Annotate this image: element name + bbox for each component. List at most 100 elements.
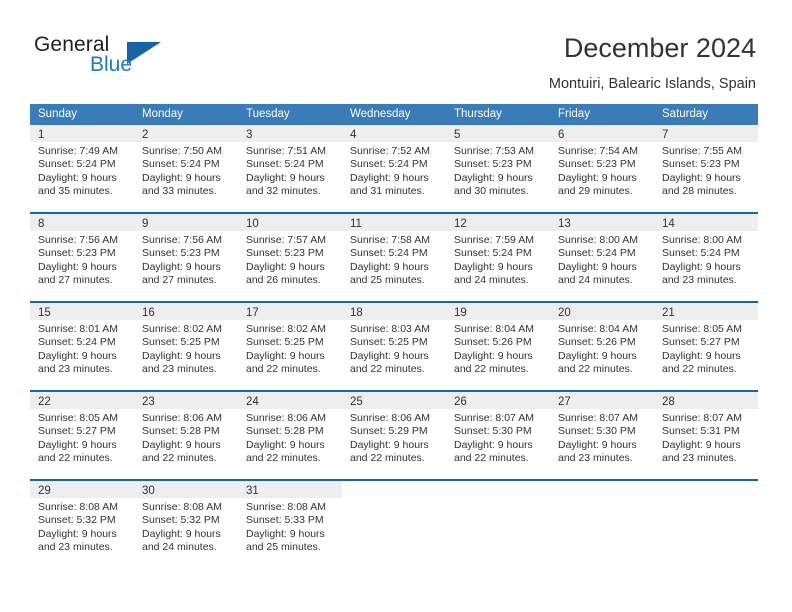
daylight-text-line2: and 22 minutes. [38,452,113,465]
calendar-week-row: 8 Sunrise: 7:56 AM Sunset: 5:23 PM Daylight… [30,212,758,301]
calendar-day-cell[interactable]: 30 Sunrise: 8:08 AM Sunset: 5:32 PM Dayligh… [134,481,238,568]
day-number-band: 25 [342,392,446,409]
calendar-day-cell[interactable]: 25 Sunrise: 8:06 AM Sunset: 5:29 PM Dayligh… [342,392,446,479]
daylight-text-line1: Daylight: 9 hours [350,349,429,362]
day-sun-info: Sunrise: 7:54 AM Sunset: 5:23 PM Daylight:… [550,142,654,212]
calendar-day-cell[interactable]: 24 Sunrise: 8:06 AM Sunset: 5:28 PM Dayligh… [238,392,342,479]
day-number-band [446,481,550,498]
day-sun-info: Sunrise: 7:56 AM Sunset: 5:23 PM Daylight:… [134,231,238,301]
calendar-day-cell[interactable]: 3 Sunrise: 7:51 AM Sunset: 5:24 PM Daylight… [238,125,342,212]
calendar-day-cell[interactable]: 15 Sunrise: 8:01 AM Sunset: 5:24 PM Dayligh… [30,303,134,390]
calendar-day-cell[interactable]: 18 Sunrise: 8:03 AM Sunset: 5:25 PM Dayligh… [342,303,446,390]
daylight-text-line2: and 24 minutes. [142,541,217,554]
sunset-text: Sunset: 5:30 PM [558,425,636,438]
calendar-day-cell[interactable]: 11 Sunrise: 7:58 AM Sunset: 5:24 PM Dayligh… [342,214,446,301]
day-sun-info: Sunrise: 8:07 AM Sunset: 5:31 PM Daylight:… [654,409,758,479]
day-number: 10 [246,218,259,230]
sunset-text: Sunset: 5:24 PM [38,336,116,349]
day-number-band: 18 [342,303,446,320]
sunset-text: Sunset: 5:24 PM [350,247,428,260]
calendar-day-cell[interactable]: 19 Sunrise: 8:04 AM Sunset: 5:26 PM Dayligh… [446,303,550,390]
daylight-text-line1: Daylight: 9 hours [246,438,325,451]
day-number: 12 [454,218,467,230]
daylight-text-line2: and 23 minutes. [38,541,113,554]
calendar-day-cell[interactable]: 16 Sunrise: 8:02 AM Sunset: 5:25 PM Dayligh… [134,303,238,390]
day-number-band: 20 [550,303,654,320]
day-number-band: 7 [654,125,758,142]
day-number-band: 21 [654,303,758,320]
day-sun-info: Sunrise: 8:00 AM Sunset: 5:24 PM Daylight:… [550,231,654,301]
day-sun-info: Sunrise: 8:06 AM Sunset: 5:28 PM Daylight:… [238,409,342,479]
daylight-text-line1: Daylight: 9 hours [142,171,221,184]
daylight-text-line2: and 24 minutes. [558,274,633,287]
sunset-text: Sunset: 5:24 PM [454,247,532,260]
calendar-day-cell[interactable]: 6 Sunrise: 7:54 AM Sunset: 5:23 PM Daylight… [550,125,654,212]
calendar-weeks: 1 Sunrise: 7:49 AM Sunset: 5:24 PM Daylight… [30,125,758,568]
sunset-text: Sunset: 5:32 PM [38,514,116,527]
calendar-day-cell[interactable]: 1 Sunrise: 7:49 AM Sunset: 5:24 PM Daylight… [30,125,134,212]
daylight-text-line2: and 24 minutes. [454,274,529,287]
calendar-day-cell[interactable]: 10 Sunrise: 7:57 AM Sunset: 5:23 PM Dayligh… [238,214,342,301]
calendar-day-cell[interactable]: 12 Sunrise: 7:59 AM Sunset: 5:24 PM Dayligh… [446,214,550,301]
calendar-day-cell[interactable]: 20 Sunrise: 8:04 AM Sunset: 5:26 PM Dayligh… [550,303,654,390]
daylight-text-line2: and 22 minutes. [350,363,425,376]
weekday-header-saturday: Saturday [662,108,709,120]
day-sun-info: Sunrise: 8:08 AM Sunset: 5:32 PM Daylight:… [134,498,238,568]
sunset-text: Sunset: 5:23 PM [454,158,532,171]
day-sun-info: Sunrise: 8:08 AM Sunset: 5:32 PM Daylight:… [30,498,134,568]
day-number-band: 4 [342,125,446,142]
daylight-text-line2: and 32 minutes. [246,185,321,198]
sunrise-text: Sunrise: 7:58 AM [350,234,430,246]
daylight-text-line1: Daylight: 9 hours [454,438,533,451]
calendar-day-cell[interactable]: 4 Sunrise: 7:52 AM Sunset: 5:24 PM Daylight… [342,125,446,212]
day-sun-info: Sunrise: 7:53 AM Sunset: 5:23 PM Daylight:… [446,142,550,212]
day-number: 24 [246,396,259,408]
day-number-band: 8 [30,214,134,231]
day-number-band: 10 [238,214,342,231]
calendar-day-cell[interactable]: 17 Sunrise: 8:02 AM Sunset: 5:25 PM Dayligh… [238,303,342,390]
calendar-day-cell[interactable]: 28 Sunrise: 8:07 AM Sunset: 5:31 PM Dayligh… [654,392,758,479]
logo-triangle-icon [127,42,161,64]
day-number-band: 6 [550,125,654,142]
calendar-day-cell-empty [446,481,550,568]
sunrise-text: Sunrise: 8:04 AM [558,323,638,335]
sunrise-text: Sunrise: 8:06 AM [246,412,326,424]
day-number: 22 [38,396,51,408]
sunrise-text: Sunrise: 7:56 AM [142,234,222,246]
day-sun-info: Sunrise: 8:04 AM Sunset: 5:26 PM Daylight:… [446,320,550,390]
daylight-text-line2: and 29 minutes. [558,185,633,198]
sunset-text: Sunset: 5:23 PM [38,247,116,260]
calendar-day-cell[interactable]: 7 Sunrise: 7:55 AM Sunset: 5:23 PM Daylight… [654,125,758,212]
day-number-band: 1 [30,125,134,142]
calendar-day-cell[interactable]: 27 Sunrise: 8:07 AM Sunset: 5:30 PM Dayligh… [550,392,654,479]
calendar-day-cell[interactable]: 22 Sunrise: 8:05 AM Sunset: 5:27 PM Dayligh… [30,392,134,479]
calendar-day-cell[interactable]: 13 Sunrise: 8:00 AM Sunset: 5:24 PM Dayligh… [550,214,654,301]
day-number: 28 [662,396,675,408]
day-sun-info: Sunrise: 7:52 AM Sunset: 5:24 PM Daylight:… [342,142,446,212]
weekday-header-monday: Monday [142,108,183,120]
day-number: 15 [38,307,51,319]
sunset-text: Sunset: 5:27 PM [662,336,740,349]
calendar-day-cell[interactable]: 2 Sunrise: 7:50 AM Sunset: 5:24 PM Daylight… [134,125,238,212]
calendar-day-cell[interactable]: 29 Sunrise: 8:08 AM Sunset: 5:32 PM Dayligh… [30,481,134,568]
calendar-day-cell[interactable]: 8 Sunrise: 7:56 AM Sunset: 5:23 PM Daylight… [30,214,134,301]
daylight-text-line1: Daylight: 9 hours [38,438,117,451]
daylight-text-line1: Daylight: 9 hours [350,171,429,184]
day-number-band: 22 [30,392,134,409]
calendar-day-cell[interactable]: 14 Sunrise: 8:00 AM Sunset: 5:24 PM Dayligh… [654,214,758,301]
calendar-week-row: 1 Sunrise: 7:49 AM Sunset: 5:24 PM Daylight… [30,125,758,212]
calendar-day-cell[interactable]: 5 Sunrise: 7:53 AM Sunset: 5:23 PM Daylight… [446,125,550,212]
daylight-text-line1: Daylight: 9 hours [38,527,117,540]
weekday-header-tuesday: Tuesday [246,108,290,120]
calendar-day-cell[interactable]: 21 Sunrise: 8:05 AM Sunset: 5:27 PM Dayligh… [654,303,758,390]
calendar-day-cell[interactable]: 9 Sunrise: 7:56 AM Sunset: 5:23 PM Daylight… [134,214,238,301]
calendar-day-cell[interactable]: 26 Sunrise: 8:07 AM Sunset: 5:30 PM Dayligh… [446,392,550,479]
daylight-text-line2: and 28 minutes. [662,185,737,198]
day-sun-info: Sunrise: 8:06 AM Sunset: 5:29 PM Daylight:… [342,409,446,479]
daylight-text-line1: Daylight: 9 hours [558,171,637,184]
daylight-text-line1: Daylight: 9 hours [38,260,117,273]
daylight-text-line1: Daylight: 9 hours [662,171,741,184]
calendar-day-cell[interactable]: 31 Sunrise: 8:08 AM Sunset: 5:33 PM Dayligh… [238,481,342,568]
sunrise-text: Sunrise: 7:53 AM [454,145,534,157]
calendar-day-cell[interactable]: 23 Sunrise: 8:06 AM Sunset: 5:28 PM Dayligh… [134,392,238,479]
